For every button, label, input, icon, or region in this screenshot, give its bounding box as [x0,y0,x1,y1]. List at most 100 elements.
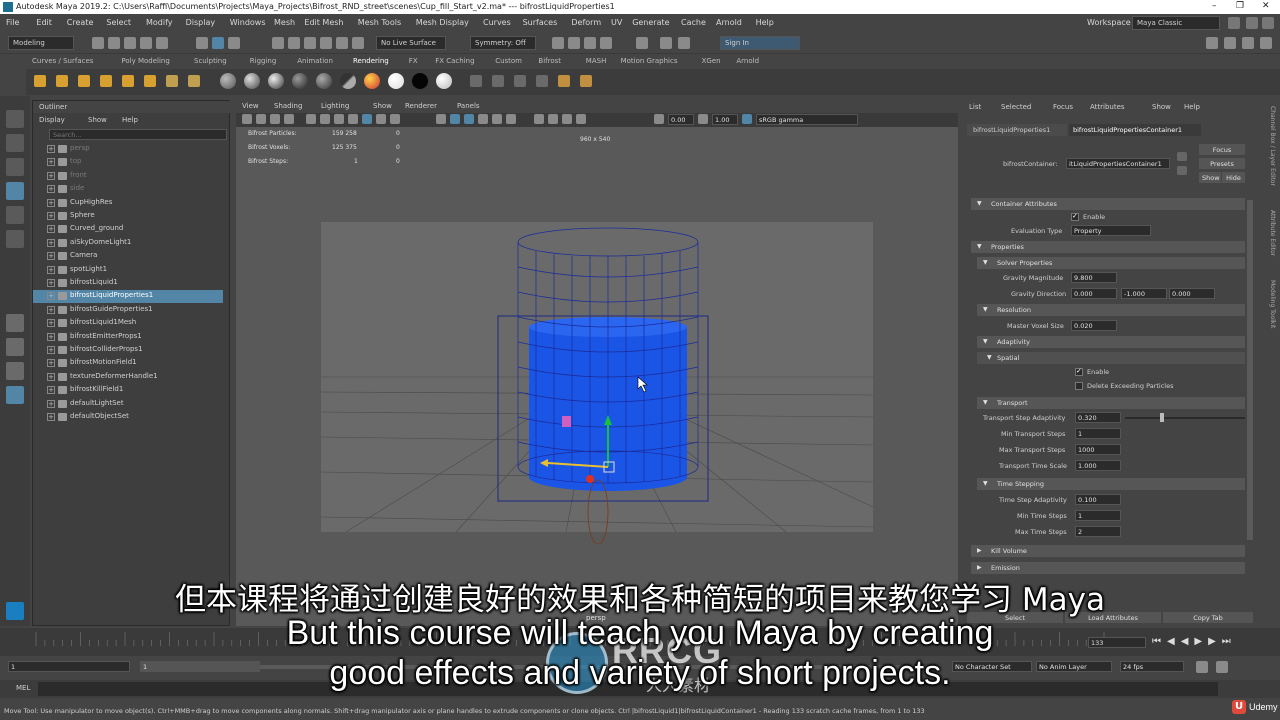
arnold-render-icon[interactable] [660,37,672,49]
render-layer-icon[interactable] [514,75,526,87]
minimize-icon[interactable]: – [1212,1,1217,11]
section-transport[interactable]: ▼ Transport [977,397,1245,409]
ae-tab-properties[interactable]: bifrostLiquidProperties1 [967,124,1067,136]
arnold-standard-icon[interactable] [364,73,380,89]
isolate-select-icon[interactable] [534,114,544,124]
render-view-icon[interactable] [470,75,482,87]
select-object-icon[interactable] [212,37,224,49]
menu-arnold[interactable]: Arnold [716,18,742,27]
expand-icon[interactable]: + [47,265,55,274]
expand-icon[interactable]: + [47,292,55,301]
hide-button[interactable]: Hide [1222,172,1245,183]
gamma-icon[interactable] [698,114,708,124]
outliner-item[interactable]: + front [33,170,223,183]
menu-create[interactable]: Create [67,18,94,27]
shelf-tab-fx[interactable]: FX [409,57,418,65]
menu-generate[interactable]: Generate [632,18,669,27]
render-settings-icon[interactable] [600,37,612,49]
select-hierarchy-icon[interactable] [196,37,208,49]
viewport-menu-view[interactable]: View [242,102,259,110]
camera-aim-icon[interactable] [188,75,200,87]
light-icon[interactable] [34,75,46,87]
live-surface-field[interactable]: No Live Surface [376,36,446,50]
menu-windows[interactable]: Windows [230,18,266,27]
expand-icon[interactable]: + [47,198,55,207]
menu-display[interactable]: Display [186,18,216,27]
textured-icon[interactable] [478,114,488,124]
outliner-item[interactable]: + bifrostGuideProperties1 [33,304,223,317]
expand-icon[interactable]: + [47,319,55,328]
menu-set-select[interactable]: Modeling [8,36,74,50]
history-icon[interactable] [552,37,564,49]
outliner-item[interactable]: + Sphere [33,210,223,223]
wireframe-on-shaded-icon[interactable] [464,114,474,124]
image-plane-icon[interactable] [284,114,294,124]
max-time-steps-field[interactable]: 2 [1075,526,1121,537]
grid-toggle-icon[interactable] [306,114,316,124]
snap-grid-icon[interactable] [272,37,284,49]
blinn-material-icon[interactable] [244,73,260,89]
hypershade-icon[interactable] [636,37,648,49]
outliner-item[interactable]: + bifrostLiquid1 [33,277,223,290]
output-connection-icon[interactable] [1177,166,1187,175]
undo-icon[interactable] [140,37,152,49]
ae-menu-attributes[interactable]: Attributes [1090,103,1125,111]
arnold-light-icon[interactable] [558,75,570,87]
spatial-enable-checkbox[interactable]: ✓ [1075,367,1083,376]
shelf-tab-rendering[interactable]: Rendering [353,57,389,65]
show-button[interactable]: Show [1199,172,1221,183]
transport-step-adaptivity-handle[interactable] [1160,413,1164,422]
sign-in-button[interactable]: Sign In [720,36,800,50]
channel-box-tab[interactable]: Channel Box / Layer Editor [1269,106,1276,186]
transport-step-adaptivity-field[interactable]: 0.320 [1075,412,1121,423]
xray-active-icon[interactable] [576,114,586,124]
expand-icon[interactable]: + [47,279,55,287]
ae-menu-focus[interactable]: Focus [1053,103,1073,111]
expand-icon[interactable]: + [47,305,55,314]
four-view-icon[interactable] [6,338,24,356]
viewport-menu-show[interactable]: Show [373,102,392,110]
surface-shader-icon[interactable] [316,73,332,89]
gravity-direction-x[interactable]: 0.000 [1071,288,1117,299]
expand-icon[interactable]: + [47,238,55,247]
single-view-icon[interactable] [6,314,24,332]
outliner-item[interactable]: + bifrostLiquid1Mesh [33,317,223,330]
attribute-editor-tab[interactable]: Attribute Editor [1269,210,1276,256]
shelf-tab-fx-caching[interactable]: FX Caching [435,57,474,65]
outliner-menu-display[interactable]: Display [39,116,65,124]
gamma-field[interactable]: 1.00 [712,114,738,125]
ambientlight-icon[interactable] [144,75,156,87]
white-material-icon[interactable] [388,73,404,89]
menu-edit-mesh[interactable]: Edit Mesh [304,18,343,27]
snap-vertex-icon[interactable] [352,37,364,49]
shelf-tab-mash[interactable]: MASH [586,57,607,65]
rotate-tool-icon[interactable] [6,206,24,224]
enable-checkbox[interactable]: ✓ [1071,212,1079,221]
black-material-icon[interactable] [412,73,428,89]
snap-surface-icon[interactable] [336,37,348,49]
shelf-tab-animation[interactable]: Animation [297,57,333,65]
volumelight-icon[interactable] [122,75,134,87]
menu-modify[interactable]: Modify [146,18,173,27]
film-gate-icon[interactable] [320,114,330,124]
section-time-stepping[interactable]: ▼ Time Stepping [977,478,1245,490]
expand-icon[interactable]: + [47,158,55,167]
expand-icon[interactable]: + [47,399,55,408]
menu-cache[interactable]: Cache [681,18,706,27]
shelf-tab-bifrost[interactable]: Bifrost [538,57,561,65]
shelf-tab-xgen[interactable]: XGen [702,57,721,65]
viewport-menu-panels[interactable]: Panels [457,102,480,110]
menu-mesh-tools[interactable]: Mesh Tools [358,18,401,27]
expand-icon[interactable]: + [47,413,55,421]
exposure-field[interactable]: 0.00 [668,114,694,125]
outliner-item[interactable]: + defaultLightSet [33,398,223,411]
ae-tab-container[interactable]: bifrostLiquidPropertiesContainer1 [1069,124,1201,136]
scale-tool-icon[interactable] [6,230,24,248]
shelf-tab-rigging[interactable]: Rigging [250,57,277,65]
viewport-menu-lighting[interactable]: Lighting [321,102,349,110]
viewport-panel[interactable]: View Shading Lighting Show Renderer Panels 0.… [236,100,958,626]
gravity-direction-z[interactable]: 0.000 [1169,288,1215,299]
lambert-material-icon[interactable] [220,73,236,89]
camera-icon[interactable] [166,75,178,87]
shelf-tab-arnold[interactable]: Arnold [736,57,759,65]
